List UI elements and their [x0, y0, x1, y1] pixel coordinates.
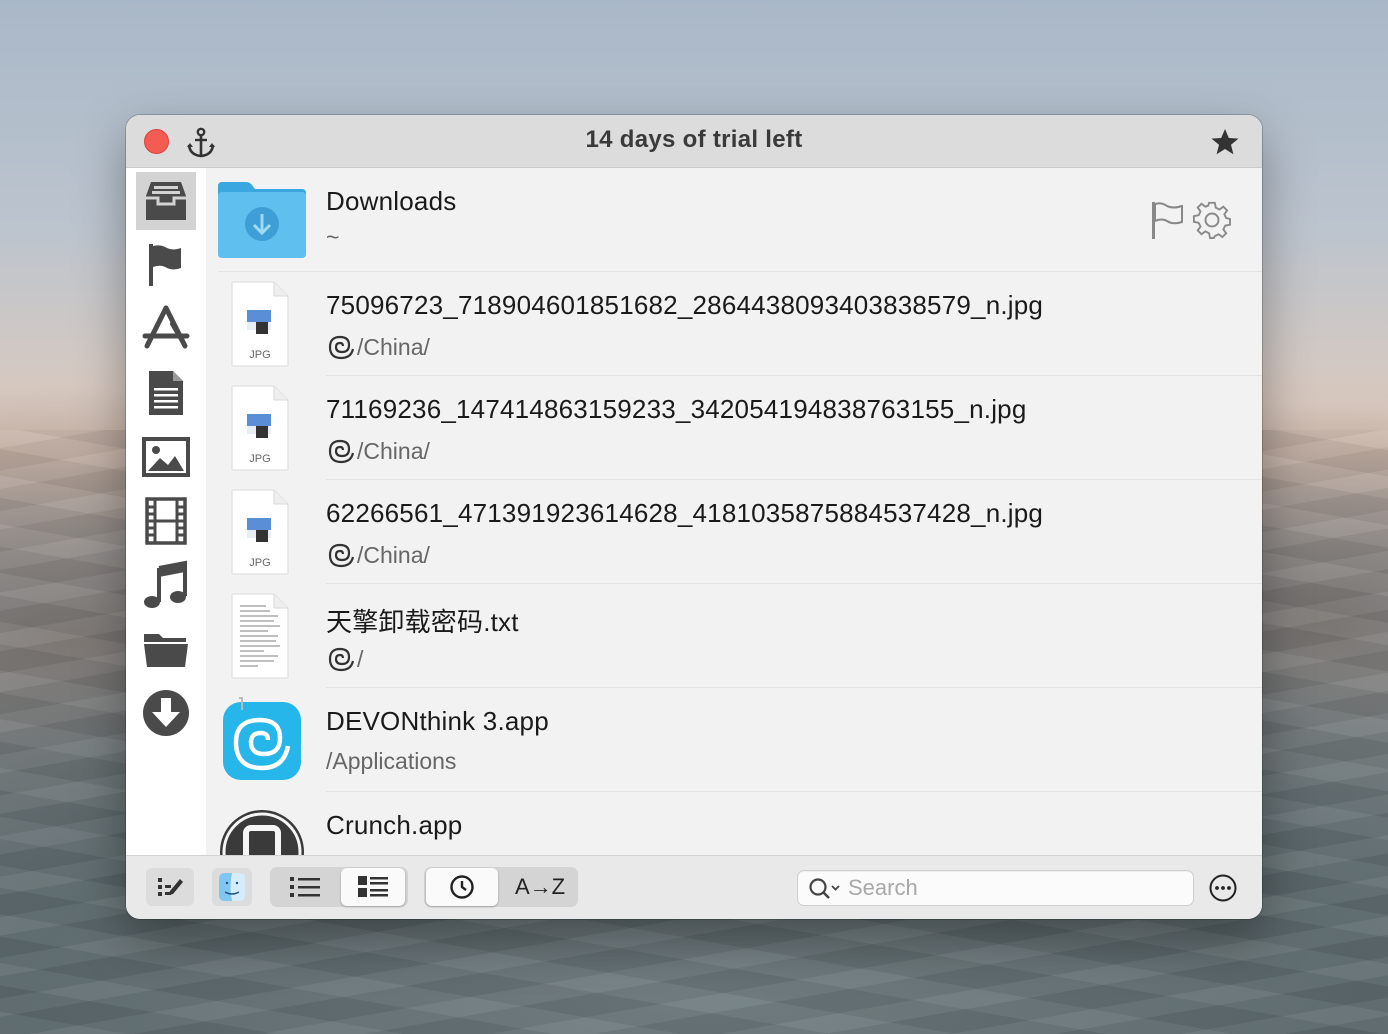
file-row[interactable]: JPG 75096723_718904601851682_28644380934…	[206, 272, 1262, 376]
edit-tags-button[interactable]	[146, 868, 194, 906]
bottom-toolbar: A→Z	[126, 855, 1262, 919]
sidebar-item-inbox[interactable]	[136, 172, 196, 230]
sidebar-item-documents[interactable]	[136, 364, 196, 422]
sidebar-item-flagged[interactable]	[136, 236, 196, 294]
sidebar-item-downloads[interactable]	[136, 684, 196, 742]
folder-path: ~	[326, 224, 340, 250]
devonthink-small-icon	[328, 335, 355, 360]
file-type-label: JPG	[249, 453, 270, 465]
finder-icon	[219, 873, 245, 901]
file-name: 71169236_147414863159233_342054194838763…	[326, 394, 1027, 424]
search-icon	[809, 878, 840, 899]
search-input[interactable]	[848, 873, 1178, 903]
file-name: Crunch.app	[326, 810, 463, 840]
flag-icon	[149, 244, 181, 286]
detail-list-icon	[358, 876, 388, 897]
sidebar-item-folders[interactable]	[136, 620, 196, 678]
clock-icon	[450, 875, 474, 899]
sidebar-item-movies[interactable]	[136, 492, 196, 550]
file-path: /China/	[326, 540, 430, 570]
downloads-folder-icon	[218, 182, 306, 258]
sidebar-item-images[interactable]	[136, 428, 196, 486]
file-name: 75096723_718904601851682_286443809340383…	[326, 290, 1044, 320]
devonthink-app-icon	[223, 697, 301, 780]
devonthink-small-icon	[328, 439, 355, 464]
crunch-app-icon	[220, 810, 304, 855]
more-options-icon[interactable]	[1208, 873, 1238, 903]
folder-header-row[interactable]: Downloads ~	[206, 168, 1262, 272]
file-row[interactable]: JPG 71169236_147414863159233_34205419483…	[206, 376, 1262, 480]
jpg-file-icon: JPG	[231, 385, 289, 471]
file-path-text: /	[357, 645, 364, 672]
file-row[interactable]: Crunch.app	[206, 792, 1262, 855]
file-path-text: /China/	[357, 333, 430, 360]
file-path: /	[326, 644, 363, 674]
sidebar-item-applications[interactable]	[136, 300, 196, 358]
detail-view-button[interactable]	[341, 868, 405, 906]
file-row[interactable]: JPG 62266561_471391923614628_41810358758…	[206, 480, 1262, 584]
file-name: DEVONthink 3.app	[326, 706, 549, 736]
list-view-button[interactable]	[272, 868, 338, 906]
app-store-icon	[142, 305, 190, 349]
document-icon	[149, 371, 183, 415]
search-field[interactable]	[797, 870, 1194, 906]
file-path-text: /China/	[357, 541, 430, 568]
window-title: 14 days of trial left	[585, 126, 803, 153]
file-name: 62266561_471391923614628_418103587588453…	[326, 498, 1044, 528]
file-path: /China/	[326, 436, 430, 466]
sort-alpha-button[interactable]: A→Z	[502, 868, 578, 906]
inbox-tray-icon	[146, 182, 186, 220]
devonthink-small-icon	[328, 647, 355, 672]
devonthink-small-icon	[328, 543, 355, 568]
finder-button[interactable]	[212, 868, 252, 906]
file-path-text: /Applications	[326, 748, 457, 774]
file-list: Downloads ~ JPG 75096723_718904601851682…	[206, 168, 1262, 855]
folder-icon	[144, 634, 188, 667]
checklist-edit-icon	[158, 878, 183, 896]
sidebar-item-music[interactable]	[136, 556, 196, 614]
file-path-text: /China/	[357, 437, 430, 464]
star-icon[interactable]	[1210, 127, 1240, 157]
list-icon	[290, 877, 320, 897]
sort-by-date-button[interactable]	[426, 868, 498, 906]
file-path: /Applications	[326, 748, 456, 775]
text-file-icon	[231, 593, 289, 679]
image-icon	[142, 437, 190, 477]
download-arrow-icon	[143, 690, 189, 736]
flag-outline-icon[interactable]	[1150, 200, 1186, 240]
film-icon	[145, 497, 187, 545]
file-name: 天擎卸载密码.txt	[326, 607, 519, 637]
file-path: /China/	[326, 332, 430, 362]
folder-name: Downloads	[326, 186, 457, 216]
sidebar	[126, 168, 206, 855]
gear-icon[interactable]	[1192, 200, 1232, 240]
file-row[interactable]: 天擎卸载密码.txt /	[206, 584, 1262, 688]
music-note-icon	[144, 560, 187, 608]
file-row[interactable]: DEVONthink 3.app /Applications	[206, 688, 1262, 792]
file-type-label: JPG	[249, 349, 270, 361]
jpg-file-icon: JPG	[231, 489, 289, 575]
jpg-file-icon: JPG	[231, 281, 289, 367]
app-window: 14 days of trial left Downloads ~ JPG 75…	[126, 115, 1262, 919]
title-bar: 14 days of trial left	[126, 115, 1262, 168]
file-type-label: JPG	[249, 557, 270, 569]
